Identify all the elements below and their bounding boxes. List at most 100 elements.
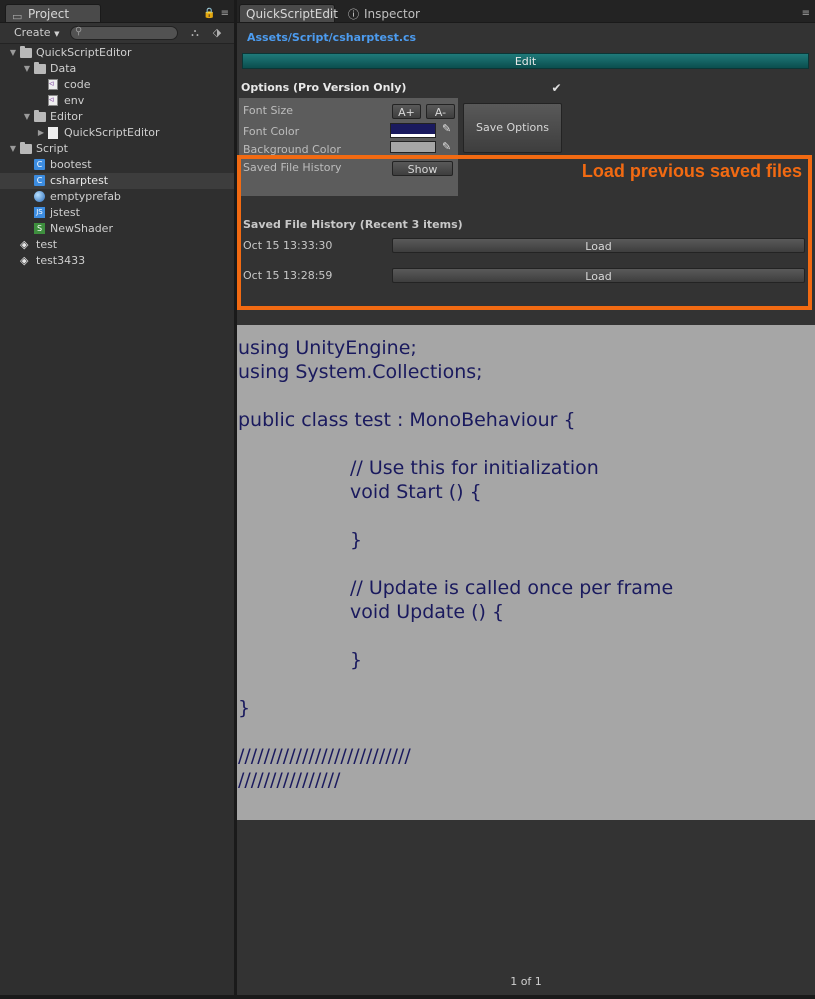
tree-item-label: QuickScriptEditor: [36, 46, 132, 59]
folder-icon: [20, 142, 32, 154]
code-line: using UnityEngine;: [238, 337, 417, 359]
tab-quickscriptedit-label: QuickScriptEdit: [246, 7, 338, 21]
code-line: void Start () {: [350, 481, 482, 503]
info-icon: ⓘ: [348, 8, 359, 21]
tree-item[interactable]: ▼ Data: [0, 61, 234, 77]
tree-item-label: bootest: [50, 158, 92, 171]
tree-item-label: Editor: [50, 110, 83, 123]
save-options-button[interactable]: Save Options: [463, 103, 562, 153]
file-path-link[interactable]: Assets/Script/csharptest.cs: [247, 31, 416, 44]
editor-tabbar: QuickScriptEdit ⓘ Inspector ≡: [237, 0, 815, 23]
code-line: }: [350, 529, 363, 551]
checkmark-icon: ✔: [551, 81, 562, 95]
csharp-icon: C: [34, 159, 45, 170]
code-text-area[interactable]: using UnityEngine; using System.Collectio…: [237, 325, 815, 820]
page-indicator: 1 of 1: [510, 975, 542, 988]
expanded-arrow-icon[interactable]: ▼: [8, 141, 18, 157]
edit-button[interactable]: Edit: [242, 53, 809, 69]
search-icon: ⚲: [75, 26, 83, 37]
dropdown-arrow-icon: ▼: [54, 30, 60, 38]
code-line: // Use this for initialization: [350, 457, 599, 479]
tree-item[interactable]: env: [0, 92, 234, 109]
unity-scene-icon: ◈: [20, 254, 29, 267]
options-title: Options (Pro Version Only): [241, 81, 407, 94]
quickscriptedit-panel: QuickScriptEdit ⓘ Inspector ≡ Assets/Scr…: [237, 0, 815, 995]
tree-item[interactable]: ◈ test: [0, 237, 234, 253]
font-decrease-button[interactable]: A-: [426, 104, 455, 119]
font-size-label: Font Size: [243, 104, 294, 117]
tree-item[interactable]: JS jstest: [0, 205, 234, 221]
panel-menu-icon[interactable]: ≡: [802, 8, 811, 19]
eyedropper-icon[interactable]: ✎: [442, 122, 451, 135]
tab-inspector[interactable]: ⓘ Inspector: [341, 4, 431, 22]
tag-icon: ⬗: [212, 26, 222, 39]
annotation-text: Load previous saved files: [581, 161, 802, 181]
js-icon: JS: [34, 207, 45, 218]
code-line: public class test : MonoBehaviour {: [238, 409, 576, 431]
tree-item[interactable]: Cbootest: [0, 157, 234, 173]
vs-file-icon: [48, 76, 58, 92]
filter-by-type-button[interactable]: ⛬: [186, 25, 204, 41]
tree-item-label: Script: [36, 142, 68, 155]
code-line: }: [238, 697, 251, 719]
tree-item-label: test3433: [36, 254, 86, 267]
panel-menu-icon[interactable]: 🔒 ≡: [203, 8, 230, 19]
folder-icon: [34, 62, 46, 74]
expanded-arrow-icon[interactable]: ▼: [8, 45, 18, 61]
eyedropper-icon[interactable]: ✎: [442, 140, 451, 153]
unity-scene-icon: ◈: [20, 238, 29, 251]
project-toolbar: Create ▼ ⚲ ⛬ ⬗: [0, 23, 234, 44]
background-color-swatch[interactable]: [390, 141, 436, 153]
font-color-swatch[interactable]: [390, 123, 436, 138]
search-field[interactable]: ⚲: [70, 26, 178, 40]
tree-item[interactable]: S NewShader: [0, 221, 234, 237]
tab-project[interactable]: ▭ Project: [5, 4, 101, 23]
csharp-icon: C: [34, 175, 45, 186]
code-line: void Update () {: [350, 601, 505, 623]
tree-item-label: test: [36, 238, 58, 251]
expanded-arrow-icon[interactable]: ▼: [22, 61, 32, 77]
code-line: using System.Collections;: [238, 361, 483, 383]
tree-item[interactable]: code: [0, 76, 234, 93]
tree-item[interactable]: ◈ test3433: [0, 253, 234, 269]
document-icon: [48, 127, 58, 139]
tree-item-label: QuickScriptEditor: [64, 126, 160, 139]
collapsed-arrow-icon[interactable]: ▶: [36, 125, 46, 141]
tab-quickscriptedit[interactable]: QuickScriptEdit: [239, 4, 338, 22]
folder-icon: [34, 110, 46, 122]
font-color-label: Font Color: [243, 125, 300, 138]
expanded-arrow-icon[interactable]: ▼: [22, 109, 32, 125]
project-panel: ▭ Project 🔒 ≡ Create ▼ ⚲ ⛬ ⬗ ▼ QuickScrip…: [0, 0, 234, 995]
shader-icon: S: [34, 223, 45, 234]
tree-item[interactable]: ▼ Editor: [0, 109, 234, 125]
bottom-border: [0, 995, 815, 999]
tree-item-label: code: [64, 78, 91, 91]
tree-item[interactable]: Ccsharptest: [0, 173, 234, 189]
folder-icon: [20, 46, 32, 58]
background-color-label: Background Color: [243, 143, 341, 155]
tree-item-label: Data: [50, 62, 77, 75]
tree-item-label: emptyprefab: [50, 190, 121, 203]
create-label: Create: [14, 26, 51, 39]
search-input[interactable]: [87, 27, 173, 39]
font-increase-button[interactable]: A+: [392, 104, 421, 119]
project-tabbar: ▭ Project 🔒 ≡: [0, 0, 234, 23]
vs-file-icon: [48, 92, 58, 108]
tree-item-label: env: [64, 94, 85, 107]
tree-item-label: NewShader: [50, 222, 113, 235]
tree-item-label: jstest: [50, 206, 80, 219]
tree-item[interactable]: ▼ Script: [0, 141, 234, 157]
tree-item-label: csharptest: [50, 174, 109, 187]
tab-project-label: Project: [28, 7, 70, 21]
prefab-icon: [34, 191, 45, 202]
code-line: ///////////////////////////: [238, 745, 411, 767]
tree-item[interactable]: ▶ QuickScriptEditor: [0, 125, 234, 141]
tree-item[interactable]: emptyprefab: [0, 189, 234, 205]
filter-by-label-button[interactable]: ⬗: [208, 25, 226, 41]
code-line: ////////////////: [238, 769, 341, 791]
filter-icon: ⛬: [191, 26, 199, 39]
options-checkbox[interactable]: ✔: [550, 82, 563, 95]
create-button[interactable]: Create ▼: [8, 26, 65, 40]
tree-item[interactable]: ▼ QuickScriptEditor: [0, 45, 234, 61]
code-line: // Update is called once per frame: [350, 577, 674, 599]
